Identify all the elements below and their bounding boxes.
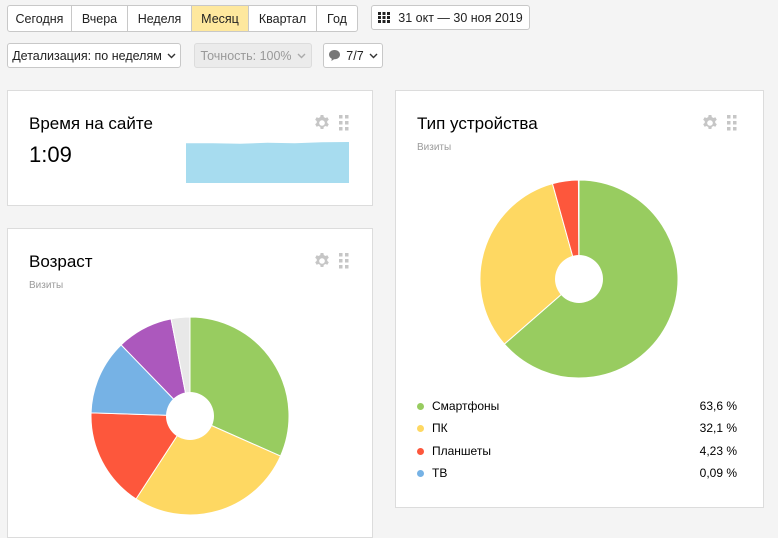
widget-subtitle: Визиты: [417, 142, 452, 153]
gear-icon[interactable]: [314, 115, 330, 131]
legend-item: Смартфоны 63,6 %: [417, 397, 737, 415]
widget-title: Тип устройства: [417, 114, 538, 133]
time-value: 1:09: [29, 142, 72, 167]
time-sparkline-chart: [186, 142, 349, 183]
drag-handle-icon[interactable]: [339, 253, 349, 269]
legend-item: ТВ 0,09 %: [417, 464, 737, 482]
time-on-site-widget: Время на сайте 1:09: [7, 90, 373, 206]
period-yesterday-button[interactable]: Вчера: [72, 6, 128, 31]
legend-dot: [417, 402, 424, 410]
widget-title: Время на сайте: [29, 114, 153, 133]
period-today-button[interactable]: Сегодня: [8, 6, 72, 31]
segments-dropdown[interactable]: 7/7: [323, 43, 383, 68]
legend-label: Смартфоны: [432, 399, 500, 413]
detail-dropdown[interactable]: Детализация: по неделям: [7, 43, 181, 68]
drag-handle-icon[interactable]: [727, 115, 737, 131]
accuracy-label: Точность: 100%: [200, 48, 292, 63]
segments-label: 7/7: [346, 48, 364, 63]
detail-label: Детализация: по неделям: [12, 48, 162, 63]
legend-item: Планшеты 4,23 %: [417, 442, 737, 460]
sparkline-area: [186, 142, 349, 183]
legend-label: ТВ: [432, 466, 448, 480]
legend-value: 4,23 %: [699, 444, 737, 458]
gear-icon[interactable]: [314, 253, 330, 269]
chevron-down-icon: [167, 53, 176, 58]
date-range-label: 31 окт — 30 ноя 2019: [398, 10, 523, 25]
period-year-button[interactable]: Год: [317, 6, 357, 31]
legend-value: 32,1 %: [699, 421, 737, 435]
period-week-button[interactable]: Неделя: [128, 6, 192, 31]
speech-bubble-icon: [329, 50, 341, 61]
legend-item: ПК 32,1 %: [417, 419, 737, 437]
age-widget: Возраст Визиты: [7, 228, 373, 538]
period-selector: Сегодня Вчера Неделя Месяц Квартал Год: [7, 5, 358, 32]
legend-value: 0,09 %: [699, 466, 737, 480]
drag-handle-icon[interactable]: [339, 115, 349, 131]
calendar-icon: [378, 12, 391, 23]
chevron-down-icon: [297, 53, 306, 58]
device-type-widget: Тип устройства Визиты Смартфоны 63,6 % П…: [395, 90, 764, 508]
donut-hole: [555, 255, 603, 303]
widget-subtitle: Визиты: [29, 280, 64, 291]
legend-dot: [417, 469, 424, 477]
date-range-button[interactable]: 31 окт — 30 ноя 2019: [371, 5, 530, 30]
chevron-down-icon: [369, 53, 378, 58]
age-pie-chart: [90, 316, 290, 516]
legend-dot: [417, 447, 424, 455]
widget-title: Возраст: [29, 252, 93, 271]
gear-icon[interactable]: [702, 115, 718, 131]
legend-dot: [417, 424, 424, 432]
device-pie-chart: [479, 179, 679, 379]
legend-label: ПК: [432, 421, 448, 435]
legend-value: 63,6 %: [699, 399, 737, 413]
donut-hole: [166, 392, 214, 440]
legend-label: Планшеты: [432, 444, 491, 458]
period-quarter-button[interactable]: Квартал: [249, 6, 317, 31]
accuracy-dropdown[interactable]: Точность: 100%: [194, 43, 312, 68]
period-month-button[interactable]: Месяц: [192, 6, 249, 31]
